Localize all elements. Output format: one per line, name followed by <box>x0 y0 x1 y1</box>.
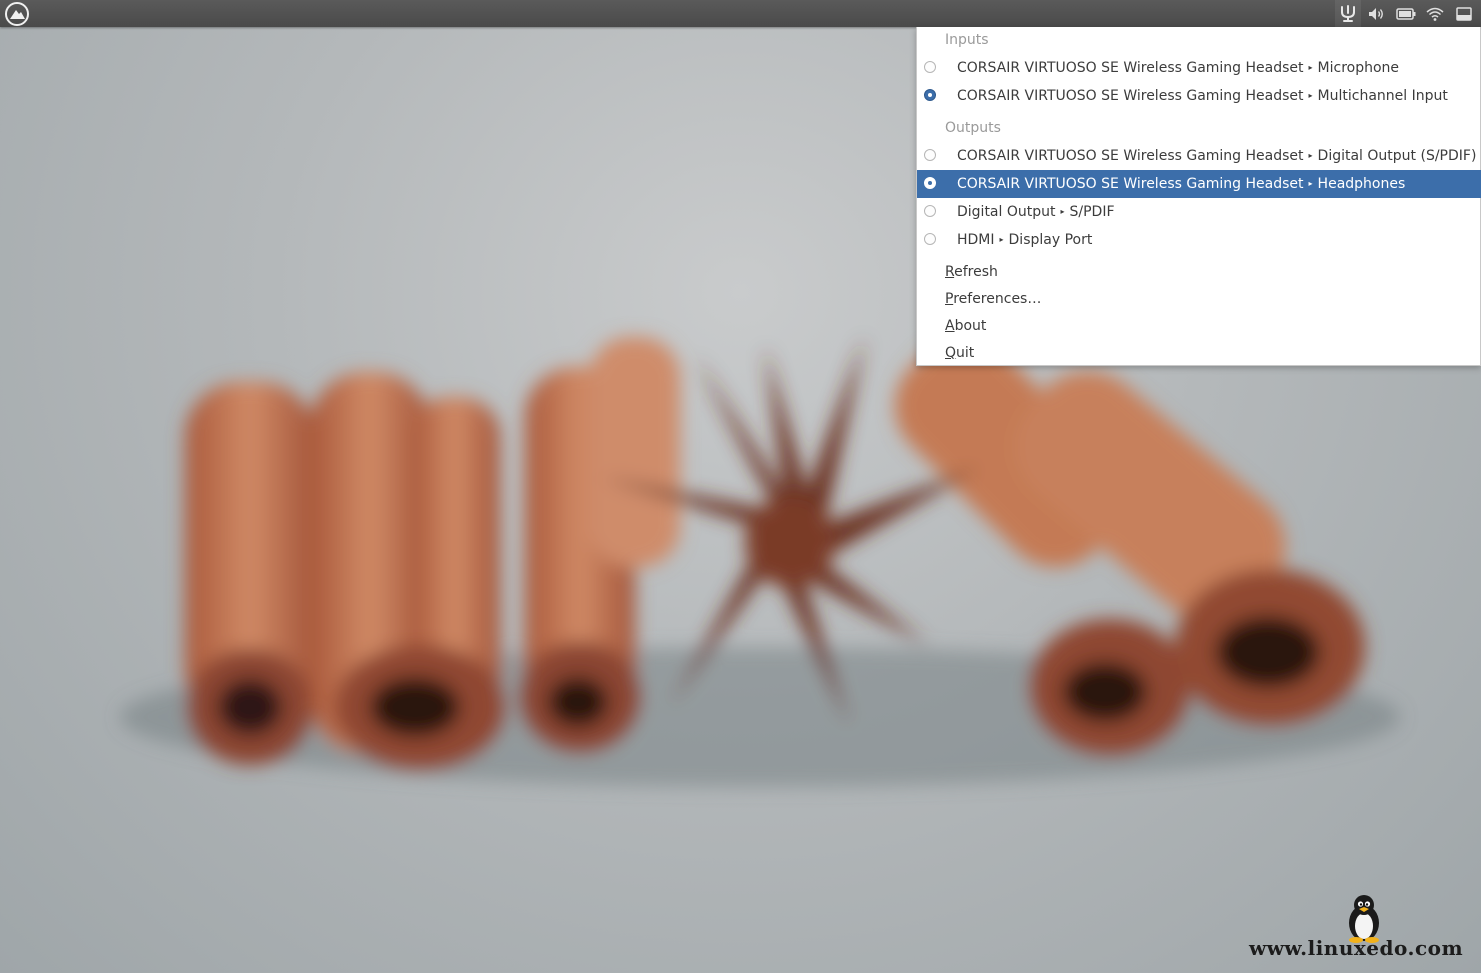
outputs-header: Outputs <box>945 120 1001 136</box>
radio-button[interactable] <box>924 205 936 217</box>
audio-device-menu: Inputs CORSAIR VIRTUOSO SE Wireless Gami… <box>916 27 1481 366</box>
menu-item-label: HDMI ▸ Display Port <box>957 232 1093 248</box>
submenu-arrow-icon: ▸ <box>1308 151 1313 160</box>
radio-button-checked[interactable] <box>924 89 936 101</box>
radio-button-checked[interactable] <box>924 177 936 189</box>
about-menu-item[interactable]: About <box>945 313 1445 340</box>
preferences-menu-item[interactable]: Preferences… <box>945 286 1445 313</box>
distro-logo-icon[interactable] <box>4 1 30 27</box>
input-item-multichannel[interactable]: CORSAIR VIRTUOSO SE Wireless Gaming Head… <box>917 82 1481 110</box>
radio-button[interactable] <box>924 149 936 161</box>
menu-item-label: Digital Output ▸ S/PDIF <box>957 204 1115 220</box>
submenu-arrow-icon: ▸ <box>999 235 1004 244</box>
quit-menu-item[interactable]: Quit <box>945 340 1445 367</box>
submenu-arrow-icon: ▸ <box>1308 179 1313 188</box>
menu-item-label: CORSAIR VIRTUOSO SE Wireless Gaming Head… <box>957 88 1448 104</box>
output-item-hdmi[interactable]: HDMI ▸ Display Port <box>917 226 1481 254</box>
submenu-arrow-icon: ▸ <box>1308 63 1313 72</box>
window-icon[interactable] <box>1451 0 1477 27</box>
menu-item-label: CORSAIR VIRTUOSO SE Wireless Gaming Head… <box>957 148 1477 164</box>
output-item-digital-output[interactable]: CORSAIR VIRTUOSO SE Wireless Gaming Head… <box>917 142 1481 170</box>
battery-icon[interactable] <box>1393 0 1419 27</box>
volume-icon[interactable] <box>1364 0 1390 27</box>
input-item-microphone[interactable]: CORSAIR VIRTUOSO SE Wireless Gaming Head… <box>917 54 1481 82</box>
submenu-arrow-icon: ▸ <box>1308 91 1313 100</box>
output-item-spdif[interactable]: Digital Output ▸ S/PDIF <box>917 198 1481 226</box>
system-tray <box>1332 0 1477 27</box>
menu-item-label: CORSAIR VIRTUOSO SE Wireless Gaming Head… <box>957 176 1406 192</box>
wifi-icon[interactable] <box>1422 0 1448 27</box>
refresh-menu-item[interactable]: Refresh <box>945 259 1445 286</box>
audio-switcher-icon[interactable] <box>1335 0 1361 27</box>
output-item-headphones[interactable]: CORSAIR VIRTUOSO SE Wireless Gaming Head… <box>917 170 1481 198</box>
top-panel <box>0 0 1481 27</box>
submenu-arrow-icon: ▸ <box>1060 207 1065 216</box>
menu-item-label: CORSAIR VIRTUOSO SE Wireless Gaming Head… <box>957 60 1400 76</box>
radio-button[interactable] <box>924 233 936 245</box>
inputs-header: Inputs <box>945 32 989 48</box>
radio-button[interactable] <box>924 61 936 73</box>
watermark-text: www.linuxedo.com <box>1249 936 1464 960</box>
